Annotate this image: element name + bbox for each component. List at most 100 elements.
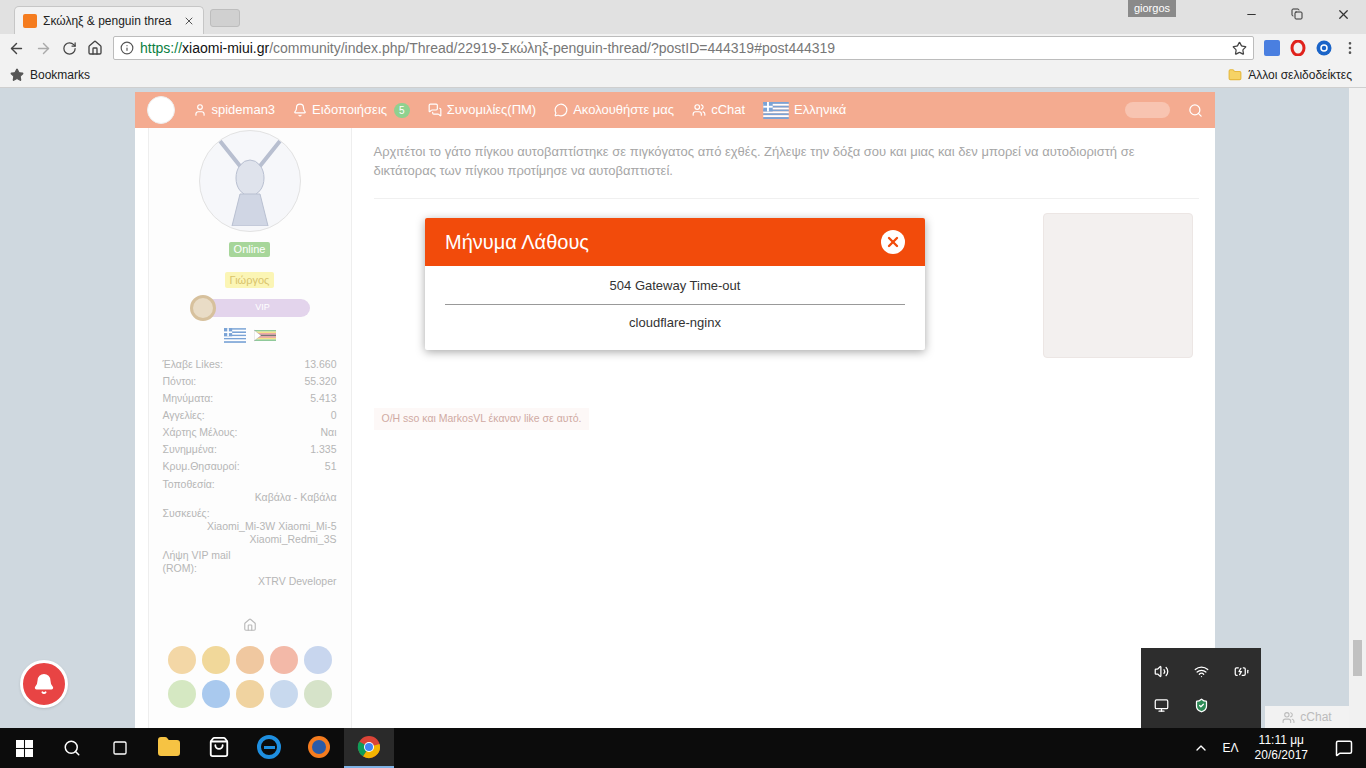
browser-tab[interactable]: Σκώληξ & penguin threa: [14, 6, 204, 34]
nav-item[interactable]: spideman3: [193, 100, 276, 120]
bell-icon: [33, 673, 55, 695]
volume-icon[interactable]: [1154, 664, 1169, 679]
search-icon[interactable]: [1188, 103, 1203, 118]
error-dialog: Μήνυμα Λάθους504 Gateway Time-outcloudfl…: [425, 218, 925, 350]
restore-button[interactable]: [1274, 8, 1320, 20]
achievement-icon[interactable]: [270, 646, 298, 674]
achievement-icon[interactable]: [304, 646, 332, 674]
achievement-icon[interactable]: [236, 646, 264, 674]
tray-popup: [1141, 648, 1261, 728]
show-hidden-icons-icon[interactable]: [1193, 740, 1209, 756]
stat-row: Τοποθεσία:Καβάλα - Καβάλα: [163, 478, 337, 504]
site-logo-icon[interactable]: [147, 96, 175, 124]
bookmark-star-icon[interactable]: [1232, 41, 1247, 56]
folder-icon: [1228, 68, 1242, 82]
site-info-icon[interactable]: [120, 41, 134, 55]
notification-badge: 5: [394, 103, 410, 118]
close-icon: [1336, 7, 1351, 22]
scrollbar-thumb[interactable]: [1353, 640, 1362, 676]
window-controls: [1228, 0, 1366, 28]
minimize-button[interactable]: [1228, 8, 1274, 21]
taskbar-app[interactable]: [294, 728, 344, 768]
achievement-icon[interactable]: [202, 680, 230, 708]
taskbar-app[interactable]: [194, 728, 244, 768]
defender-icon[interactable]: [1194, 698, 1209, 713]
nav-pill[interactable]: [1125, 102, 1170, 118]
page: spideman3 Ειδοποιήσεις5 Συνομιλίες(ΠΜ) Ακολ…: [0, 88, 1349, 728]
achievement-icon[interactable]: [202, 646, 230, 674]
opera-extension-icon[interactable]: [1290, 40, 1306, 56]
taskbar-app[interactable]: [344, 728, 394, 768]
task-view-button[interactable]: [96, 728, 144, 768]
bookmarks-bar: Bookmarks Άλλοι σελιδοδείκτες: [0, 62, 1366, 88]
new-tab-button[interactable]: [210, 9, 240, 27]
menu-icon[interactable]: [1342, 40, 1358, 56]
home-icon[interactable]: [87, 40, 103, 56]
bookmarks-folder[interactable]: Bookmarks: [10, 66, 90, 84]
follow-icon: [554, 103, 568, 117]
taskbar: ΕΛ 11:11 μμ20/6/2017: [0, 728, 1366, 768]
dialog-close-button[interactable]: [881, 230, 905, 254]
search-icon: [63, 739, 81, 757]
users-icon: [692, 103, 706, 117]
toolbar: https://xiaomi-miui.gr/community/index.p…: [0, 34, 1366, 62]
device-icon[interactable]: [1154, 698, 1169, 713]
translate-extension-icon[interactable]: [1264, 40, 1280, 56]
stat-row: Κρυμ.Θησαυροί:51: [163, 458, 337, 475]
user-icon: [193, 103, 207, 117]
profile-label[interactable]: giorgos: [1128, 0, 1176, 17]
achievement-badges: [168, 646, 332, 708]
windows-icon: [16, 740, 33, 757]
stat-row: Χάρτης Μέλους:Ναι: [163, 424, 337, 441]
likes-bar[interactable]: O/H sso και MarkosVL έκαναν like σε αυτό…: [374, 408, 590, 430]
achievement-icon[interactable]: [168, 680, 196, 708]
wifi-icon[interactable]: [1194, 664, 1209, 679]
error-message: 504 Gateway Time-out: [445, 276, 905, 296]
address-bar[interactable]: https://xiaomi-miui.gr/community/index.p…: [113, 36, 1254, 60]
action-center-button[interactable]: [1322, 728, 1366, 768]
stat-row: Συσκευές:Xiaomi_Mi-3W Xiaomi_Mi-5Xiaomi_…: [163, 507, 337, 546]
stat-row: Αγγελίες:0: [163, 407, 337, 424]
nav-item[interactable]: Ελληνικά: [763, 100, 846, 120]
achievement-icon[interactable]: [304, 680, 332, 708]
rank-medal-icon: [190, 295, 216, 321]
nav-item[interactable]: Ειδοποιήσεις5: [293, 100, 410, 120]
clock[interactable]: 11:11 μμ20/6/2017: [1255, 733, 1308, 763]
user-name[interactable]: Γιώργος: [225, 272, 275, 288]
extension-icon[interactable]: [1316, 40, 1332, 56]
battery-icon[interactable]: [1234, 664, 1249, 679]
dialog-header: Μήνυμα Λάθους: [425, 218, 925, 266]
achievement-icon[interactable]: [168, 646, 196, 674]
close-tab-icon[interactable]: [183, 15, 195, 27]
taskbar-app[interactable]: [244, 728, 294, 768]
back-icon[interactable]: [8, 40, 25, 57]
stat-row: Έλαβε Likes:13.660: [163, 356, 337, 373]
chat-button[interactable]: cChat: [1265, 706, 1349, 728]
start-button[interactable]: [0, 728, 48, 768]
language-indicator[interactable]: ΕΛ: [1223, 739, 1239, 757]
home-icon[interactable]: [243, 618, 257, 632]
nav-item[interactable]: cChat: [692, 100, 745, 120]
close-button[interactable]: [1320, 7, 1366, 22]
restore-icon: [1291, 8, 1303, 20]
scrollbar[interactable]: [1349, 88, 1366, 728]
dialog-separator: [445, 304, 905, 305]
nav-bar: spideman3 Ειδοποιήσεις5 Συνομιλίες(ΠΜ) Ακολ…: [135, 92, 1215, 128]
firefox-icon: [307, 735, 331, 759]
avatar[interactable]: [199, 130, 301, 232]
file-explorer-icon: [157, 735, 181, 759]
reload-icon[interactable]: [62, 41, 77, 56]
achievement-icon[interactable]: [236, 680, 264, 708]
nav-item[interactable]: Συνομιλίες(ΠΜ): [428, 100, 537, 120]
search-button[interactable]: [48, 728, 96, 768]
nav-item[interactable]: Ακολουθήστε μας: [554, 100, 674, 120]
notifications-icon: [1335, 739, 1353, 757]
achievement-icon[interactable]: [270, 680, 298, 708]
other-bookmarks[interactable]: Άλλοι σελιδοδείκτες: [1228, 66, 1352, 84]
greek-flag-icon: [224, 328, 246, 343]
notification-bell-button[interactable]: [20, 660, 68, 708]
taskbar-app[interactable]: [144, 728, 194, 768]
forward-icon[interactable]: [35, 40, 52, 57]
zimbabwe-flag-icon: [254, 328, 276, 343]
store-icon: [208, 736, 230, 758]
